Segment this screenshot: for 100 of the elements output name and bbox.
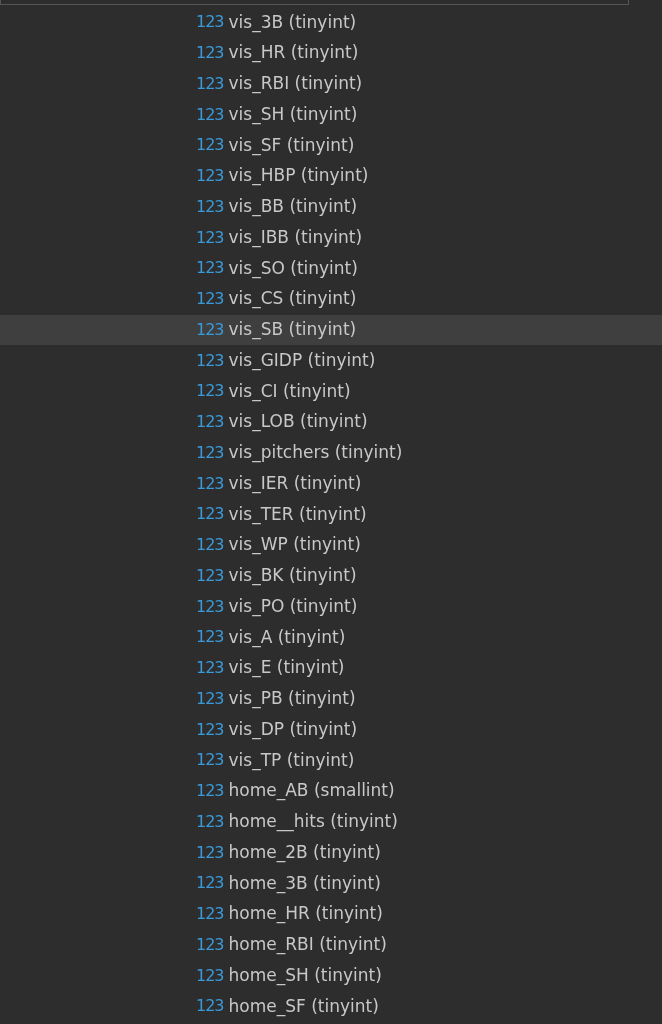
column-label: vis_RBI (tinyint) bbox=[228, 72, 363, 96]
number-type-icon: 123 bbox=[196, 41, 224, 66]
column-item[interactable]: 123 home_SH (tinyint) bbox=[0, 960, 662, 991]
column-label: vis_3B (tinyint) bbox=[228, 10, 357, 35]
column-label: vis_GIDP (tinyint) bbox=[228, 348, 376, 373]
column-label: vis_pitchers (tinyint) bbox=[228, 441, 403, 465]
number-type-icon: 123 bbox=[196, 840, 224, 865]
column-label: vis_SF (tinyint) bbox=[228, 133, 355, 158]
column-label: vis_IER (tinyint) bbox=[228, 471, 362, 496]
column-item[interactable]: 123 vis_TER (tinyint) bbox=[0, 499, 662, 530]
column-label: vis_BB (tinyint) bbox=[228, 195, 358, 219]
column-item[interactable]: 123 vis_IBB (tinyint) bbox=[0, 222, 662, 253]
column-item[interactable]: 123 vis_TP (tinyint) bbox=[0, 745, 662, 776]
column-item[interactable]: 123 vis_HBP (tinyint) bbox=[0, 160, 662, 192]
column-label: home_HR (tinyint) bbox=[228, 902, 383, 926]
column-item[interactable]: 123 vis_A (tinyint) bbox=[0, 622, 662, 653]
column-label: home_SH (tinyint) bbox=[228, 963, 382, 988]
number-type-icon: 123 bbox=[196, 563, 224, 588]
number-type-icon: 123 bbox=[196, 71, 224, 96]
column-item[interactable]: 123 vis_SO (tinyint) bbox=[0, 253, 662, 284]
number-type-icon: 123 bbox=[196, 502, 224, 527]
number-type-icon: 123 bbox=[196, 164, 224, 189]
number-type-icon: 123 bbox=[196, 348, 224, 373]
number-type-icon: 123 bbox=[196, 194, 224, 219]
number-type-icon: 123 bbox=[196, 871, 224, 896]
column-item[interactable]: 123 vis_BK (tinyint) bbox=[0, 560, 662, 592]
column-label: vis_DP (tinyint) bbox=[228, 717, 358, 742]
column-item[interactable]: 123 vis_RBI (tinyint) bbox=[0, 68, 662, 100]
number-type-icon: 123 bbox=[196, 594, 224, 619]
number-type-icon: 123 bbox=[196, 994, 224, 1019]
column-item[interactable]: 123 vis_PO (tinyint) bbox=[0, 591, 662, 622]
column-item[interactable]: 123 vis_GIDP (tinyint) bbox=[0, 345, 662, 376]
number-type-icon: 123 bbox=[196, 686, 224, 711]
number-type-icon: 123 bbox=[196, 533, 224, 558]
column-item[interactable]: 123 vis_HR (tinyint) bbox=[0, 37, 662, 69]
column-label: vis_IBB (tinyint) bbox=[228, 225, 363, 250]
column-label: vis_CI (tinyint) bbox=[228, 379, 351, 404]
number-type-icon: 123 bbox=[196, 779, 224, 804]
column-label: home_SF (tinyint) bbox=[228, 994, 379, 1019]
search-field[interactable] bbox=[0, 0, 629, 5]
number-type-icon: 123 bbox=[196, 287, 224, 312]
column-item[interactable]: 123 home_HR (tinyint) bbox=[0, 898, 662, 930]
column-label: vis_SH (tinyint) bbox=[228, 102, 358, 127]
column-label: vis_WP (tinyint) bbox=[228, 533, 361, 557]
number-type-icon: 123 bbox=[196, 102, 224, 127]
column-item[interactable]: 123 vis_SH (tinyint) bbox=[0, 99, 662, 130]
column-label: vis_PB (tinyint) bbox=[228, 687, 356, 711]
column-label: vis_HR (tinyint) bbox=[228, 41, 359, 65]
column-item[interactable]: 123 vis_CS (tinyint) bbox=[0, 283, 662, 315]
column-item[interactable]: 123 home__hits (tinyint) bbox=[0, 806, 662, 838]
column-item[interactable]: 123 home_RBI (tinyint) bbox=[0, 929, 662, 961]
column-label: vis_CS (tinyint) bbox=[228, 287, 357, 311]
column-label: vis_TER (tinyint) bbox=[228, 502, 367, 527]
number-type-icon: 123 bbox=[196, 932, 224, 957]
number-type-icon: 123 bbox=[196, 656, 224, 681]
column-item[interactable]: 123 vis_BB (tinyint) bbox=[0, 191, 662, 223]
number-type-icon: 123 bbox=[196, 625, 224, 650]
number-type-icon: 123 bbox=[196, 256, 224, 281]
number-type-icon: 123 bbox=[196, 225, 224, 250]
column-item[interactable]: 123 vis_3B (tinyint) bbox=[0, 7, 662, 38]
column-item[interactable]: 123 vis_IER (tinyint) bbox=[0, 468, 662, 499]
column-label: vis_PO (tinyint) bbox=[228, 594, 358, 619]
column-item[interactable]: 123 vis_E (tinyint) bbox=[0, 652, 662, 684]
column-item[interactable]: 123 vis_WP (tinyint) bbox=[0, 529, 662, 561]
column-label: vis_BK (tinyint) bbox=[228, 564, 357, 588]
number-type-icon: 123 bbox=[196, 440, 224, 465]
column-label: vis_A (tinyint) bbox=[228, 625, 346, 650]
number-type-icon: 123 bbox=[196, 379, 224, 404]
number-type-icon: 123 bbox=[196, 963, 224, 988]
column-item[interactable]: 123 vis_SF (tinyint) bbox=[0, 130, 662, 161]
column-item[interactable]: 123 vis_DP (tinyint) bbox=[0, 714, 662, 745]
column-item[interactable]: 123 vis_SB (tinyint) bbox=[0, 314, 662, 346]
column-item[interactable]: 123 home_3B (tinyint) bbox=[0, 868, 662, 899]
column-label: home_2B (tinyint) bbox=[228, 840, 381, 865]
number-type-icon: 123 bbox=[196, 902, 224, 927]
column-item[interactable]: 123 vis_CI (tinyint) bbox=[0, 376, 662, 407]
number-type-icon: 123 bbox=[196, 410, 224, 435]
column-item[interactable]: 123 vis_PB (tinyint) bbox=[0, 683, 662, 715]
column-label: vis_LOB (tinyint) bbox=[228, 410, 368, 434]
number-type-icon: 123 bbox=[196, 717, 224, 742]
column-item[interactable]: 123 home_SF (tinyint) bbox=[0, 991, 662, 1022]
column-label: home_RBI (tinyint) bbox=[228, 933, 387, 957]
column-item[interactable]: 123 home_AB (smallint) bbox=[0, 775, 662, 807]
column-label: vis_TP (tinyint) bbox=[228, 748, 355, 773]
number-type-icon: 123 bbox=[196, 748, 224, 773]
column-label: home__hits (tinyint) bbox=[228, 810, 398, 834]
number-type-icon: 123 bbox=[196, 133, 224, 158]
number-type-icon: 123 bbox=[196, 471, 224, 496]
column-item[interactable]: 123 vis_LOB (tinyint) bbox=[0, 406, 662, 438]
number-type-icon: 123 bbox=[196, 317, 224, 342]
number-type-icon: 123 bbox=[196, 10, 224, 35]
column-label: vis_E (tinyint) bbox=[228, 656, 345, 680]
column-label: vis_SO (tinyint) bbox=[228, 256, 358, 281]
number-type-icon: 123 bbox=[196, 809, 224, 834]
column-label: home_3B (tinyint) bbox=[228, 871, 381, 896]
column-label: vis_HBP (tinyint) bbox=[228, 164, 369, 188]
column-label: vis_SB (tinyint) bbox=[228, 318, 357, 342]
column-item[interactable]: 123 home_2B (tinyint) bbox=[0, 837, 662, 868]
column-item[interactable]: 123 vis_pitchers (tinyint) bbox=[0, 437, 662, 469]
column-label: home_AB (smallint) bbox=[228, 779, 395, 803]
